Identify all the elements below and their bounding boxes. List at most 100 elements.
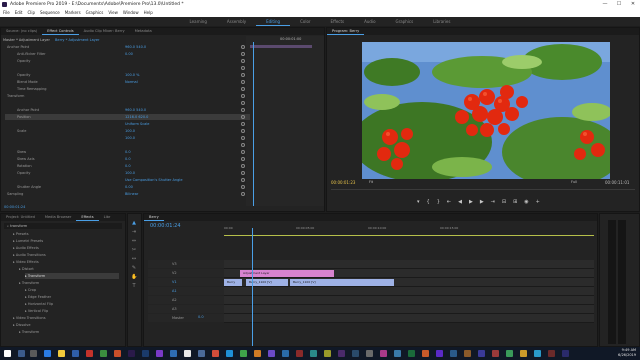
app-icon[interactable]	[156, 350, 163, 357]
property-value[interactable]: 960.0 540.0	[125, 44, 146, 50]
effects-tree-item[interactable]: ▸ Audio Transitions	[13, 252, 119, 258]
app-icon[interactable]	[464, 350, 471, 357]
property-value[interactable]: 1216.0 620.0	[125, 114, 148, 120]
reset-keyframe-icon[interactable]	[241, 192, 245, 196]
track-lane[interactable]	[224, 314, 594, 323]
workspace-tab-libraries[interactable]: Libraries	[423, 17, 460, 26]
effects-tree-item[interactable]: ▸ Audio Effects	[13, 245, 119, 251]
menu-sequence[interactable]: Sequence	[40, 9, 60, 17]
effect-property-row[interactable]: Time Remapping	[5, 86, 250, 92]
app-icon[interactable]	[296, 350, 303, 357]
app-icon[interactable]	[226, 350, 233, 357]
system-clock[interactable]: 9:49 AM 6/26/2019	[618, 348, 636, 358]
effect-property-row[interactable]: Skew 0.0	[5, 149, 250, 155]
pen-tool-icon[interactable]: ✎	[131, 265, 137, 271]
property-value[interactable]: Use Composition's Shutter Angle	[125, 177, 182, 183]
reset-keyframe-icon[interactable]	[241, 108, 245, 112]
effects-tree-item[interactable]: ▸ Transform	[19, 329, 119, 335]
property-value[interactable]: 0.0	[125, 149, 131, 155]
app-icon[interactable]	[352, 350, 359, 357]
timeline-playhead[interactable]	[252, 228, 253, 346]
mark-in-icon[interactable]: ▾	[417, 199, 420, 205]
app-icon[interactable]	[408, 350, 415, 357]
effects-tree-item[interactable]: ▸ Crop	[25, 287, 119, 293]
effects-tree-item[interactable]: ▸ Edge Feather	[25, 294, 119, 300]
master-clip-label[interactable]: Master * Adjustment Layer	[3, 38, 50, 42]
app-icon[interactable]	[478, 350, 485, 357]
workspace-tab-editing[interactable]: Editing	[256, 17, 291, 26]
app-icon[interactable]	[114, 350, 121, 357]
reset-keyframe-icon[interactable]	[241, 45, 245, 49]
timeline-clip[interactable]: Berry	[224, 279, 242, 286]
search-icon[interactable]	[18, 350, 25, 357]
app-icon[interactable]	[212, 350, 219, 357]
menu-markers[interactable]: Markers	[65, 9, 81, 17]
tab-project-0[interactable]: Project: Untitled	[1, 214, 40, 221]
app-icon[interactable]	[422, 350, 429, 357]
tab-source-2[interactable]: Audio Clip Mixer: Berry	[79, 28, 130, 35]
app-icon[interactable]	[506, 350, 513, 357]
ec-playhead[interactable]	[253, 42, 254, 206]
reset-keyframe-icon[interactable]	[241, 87, 245, 91]
reset-keyframe-icon[interactable]	[241, 171, 245, 175]
track-header[interactable]: Master	[148, 314, 224, 322]
menu-help[interactable]: Help	[144, 9, 153, 17]
effect-property-row[interactable]: Opacity 100.0 %	[5, 72, 250, 78]
mark-out-icon[interactable]: {	[427, 199, 430, 205]
tab-project-1[interactable]: Media Browser	[40, 214, 77, 221]
app-icon[interactable]	[282, 350, 289, 357]
property-value[interactable]: 0.0	[125, 156, 131, 162]
effect-property-row[interactable]: Uniform Scale	[5, 121, 250, 127]
tab-program[interactable]: Program: Berry	[327, 28, 365, 35]
effect-property-row[interactable]: Shutter Angle 0.00	[5, 184, 250, 190]
effect-property-row[interactable]: Scale 100.0	[5, 128, 250, 134]
app-icon[interactable]	[184, 350, 191, 357]
master-volume-value[interactable]: 0.0	[198, 315, 204, 319]
workspace-tab-learning[interactable]: Learning	[180, 17, 217, 26]
app-icon[interactable]	[240, 350, 247, 357]
reset-keyframe-icon[interactable]	[241, 52, 245, 56]
app-icon[interactable]	[562, 350, 569, 357]
reset-keyframe-icon[interactable]	[241, 115, 245, 119]
effect-property-row[interactable]	[5, 65, 250, 71]
track-lane[interactable]	[224, 287, 594, 296]
track-lane[interactable]	[224, 305, 594, 314]
effect-property-row[interactable]: Anchor Point 960.0 540.0	[5, 107, 250, 113]
edge-icon[interactable]	[44, 350, 51, 357]
effects-tree-item[interactable]: ▸ Lumetri Presets	[13, 238, 119, 244]
task-view-icon[interactable]	[30, 350, 37, 357]
reset-keyframe-icon[interactable]	[241, 164, 245, 168]
property-value[interactable]: 100.0	[125, 170, 135, 176]
quality-dropdown[interactable]: Full	[571, 180, 577, 184]
reset-keyframe-icon[interactable]	[241, 101, 245, 105]
property-value[interactable]: 100.0	[125, 135, 135, 141]
effect-property-row[interactable]: Anti-flicker Filter 0.00	[5, 51, 250, 57]
app-icon[interactable]	[366, 350, 373, 357]
effects-tree-item[interactable]: ▸ Video Effects	[13, 259, 119, 265]
app-icon[interactable]	[170, 350, 177, 357]
effects-tree-item[interactable]: ▸ Vertical Flip	[25, 308, 119, 314]
effect-property-row[interactable]: Skew Axis 0.0	[5, 156, 250, 162]
effect-property-row[interactable]: Rotation 0.0	[5, 163, 250, 169]
hand-tool-icon[interactable]: ✋	[131, 274, 137, 280]
go-to-out-icon[interactable]: ⇥	[491, 199, 495, 205]
effects-tree-item[interactable]: ▸ Transform	[19, 280, 119, 286]
app-icon[interactable]	[534, 350, 541, 357]
ripple-edit-tool-icon[interactable]: ⇔	[131, 238, 137, 244]
app-icon[interactable]	[254, 350, 261, 357]
app-icon[interactable]	[548, 350, 555, 357]
track-header[interactable]: V3	[148, 260, 224, 268]
reset-keyframe-icon[interactable]	[241, 143, 245, 147]
app-icon[interactable]	[492, 350, 499, 357]
reset-keyframe-icon[interactable]	[241, 73, 245, 77]
menu-window[interactable]: Window	[123, 9, 139, 17]
effect-property-row[interactable]: Position 1216.0 620.0	[5, 114, 250, 120]
menu-graphics[interactable]: Graphics	[86, 9, 104, 17]
program-scrubber[interactable]	[331, 189, 635, 190]
slip-tool-icon[interactable]: ↔	[131, 256, 137, 262]
sequence-clip-label[interactable]: Berry * Adjustment Layer	[55, 38, 99, 42]
timeline-clip[interactable]: Berry_1100 [V]	[290, 279, 394, 286]
app-icon[interactable]	[394, 350, 401, 357]
reset-keyframe-icon[interactable]	[241, 136, 245, 140]
lift-icon[interactable]: ⊟	[502, 199, 506, 205]
